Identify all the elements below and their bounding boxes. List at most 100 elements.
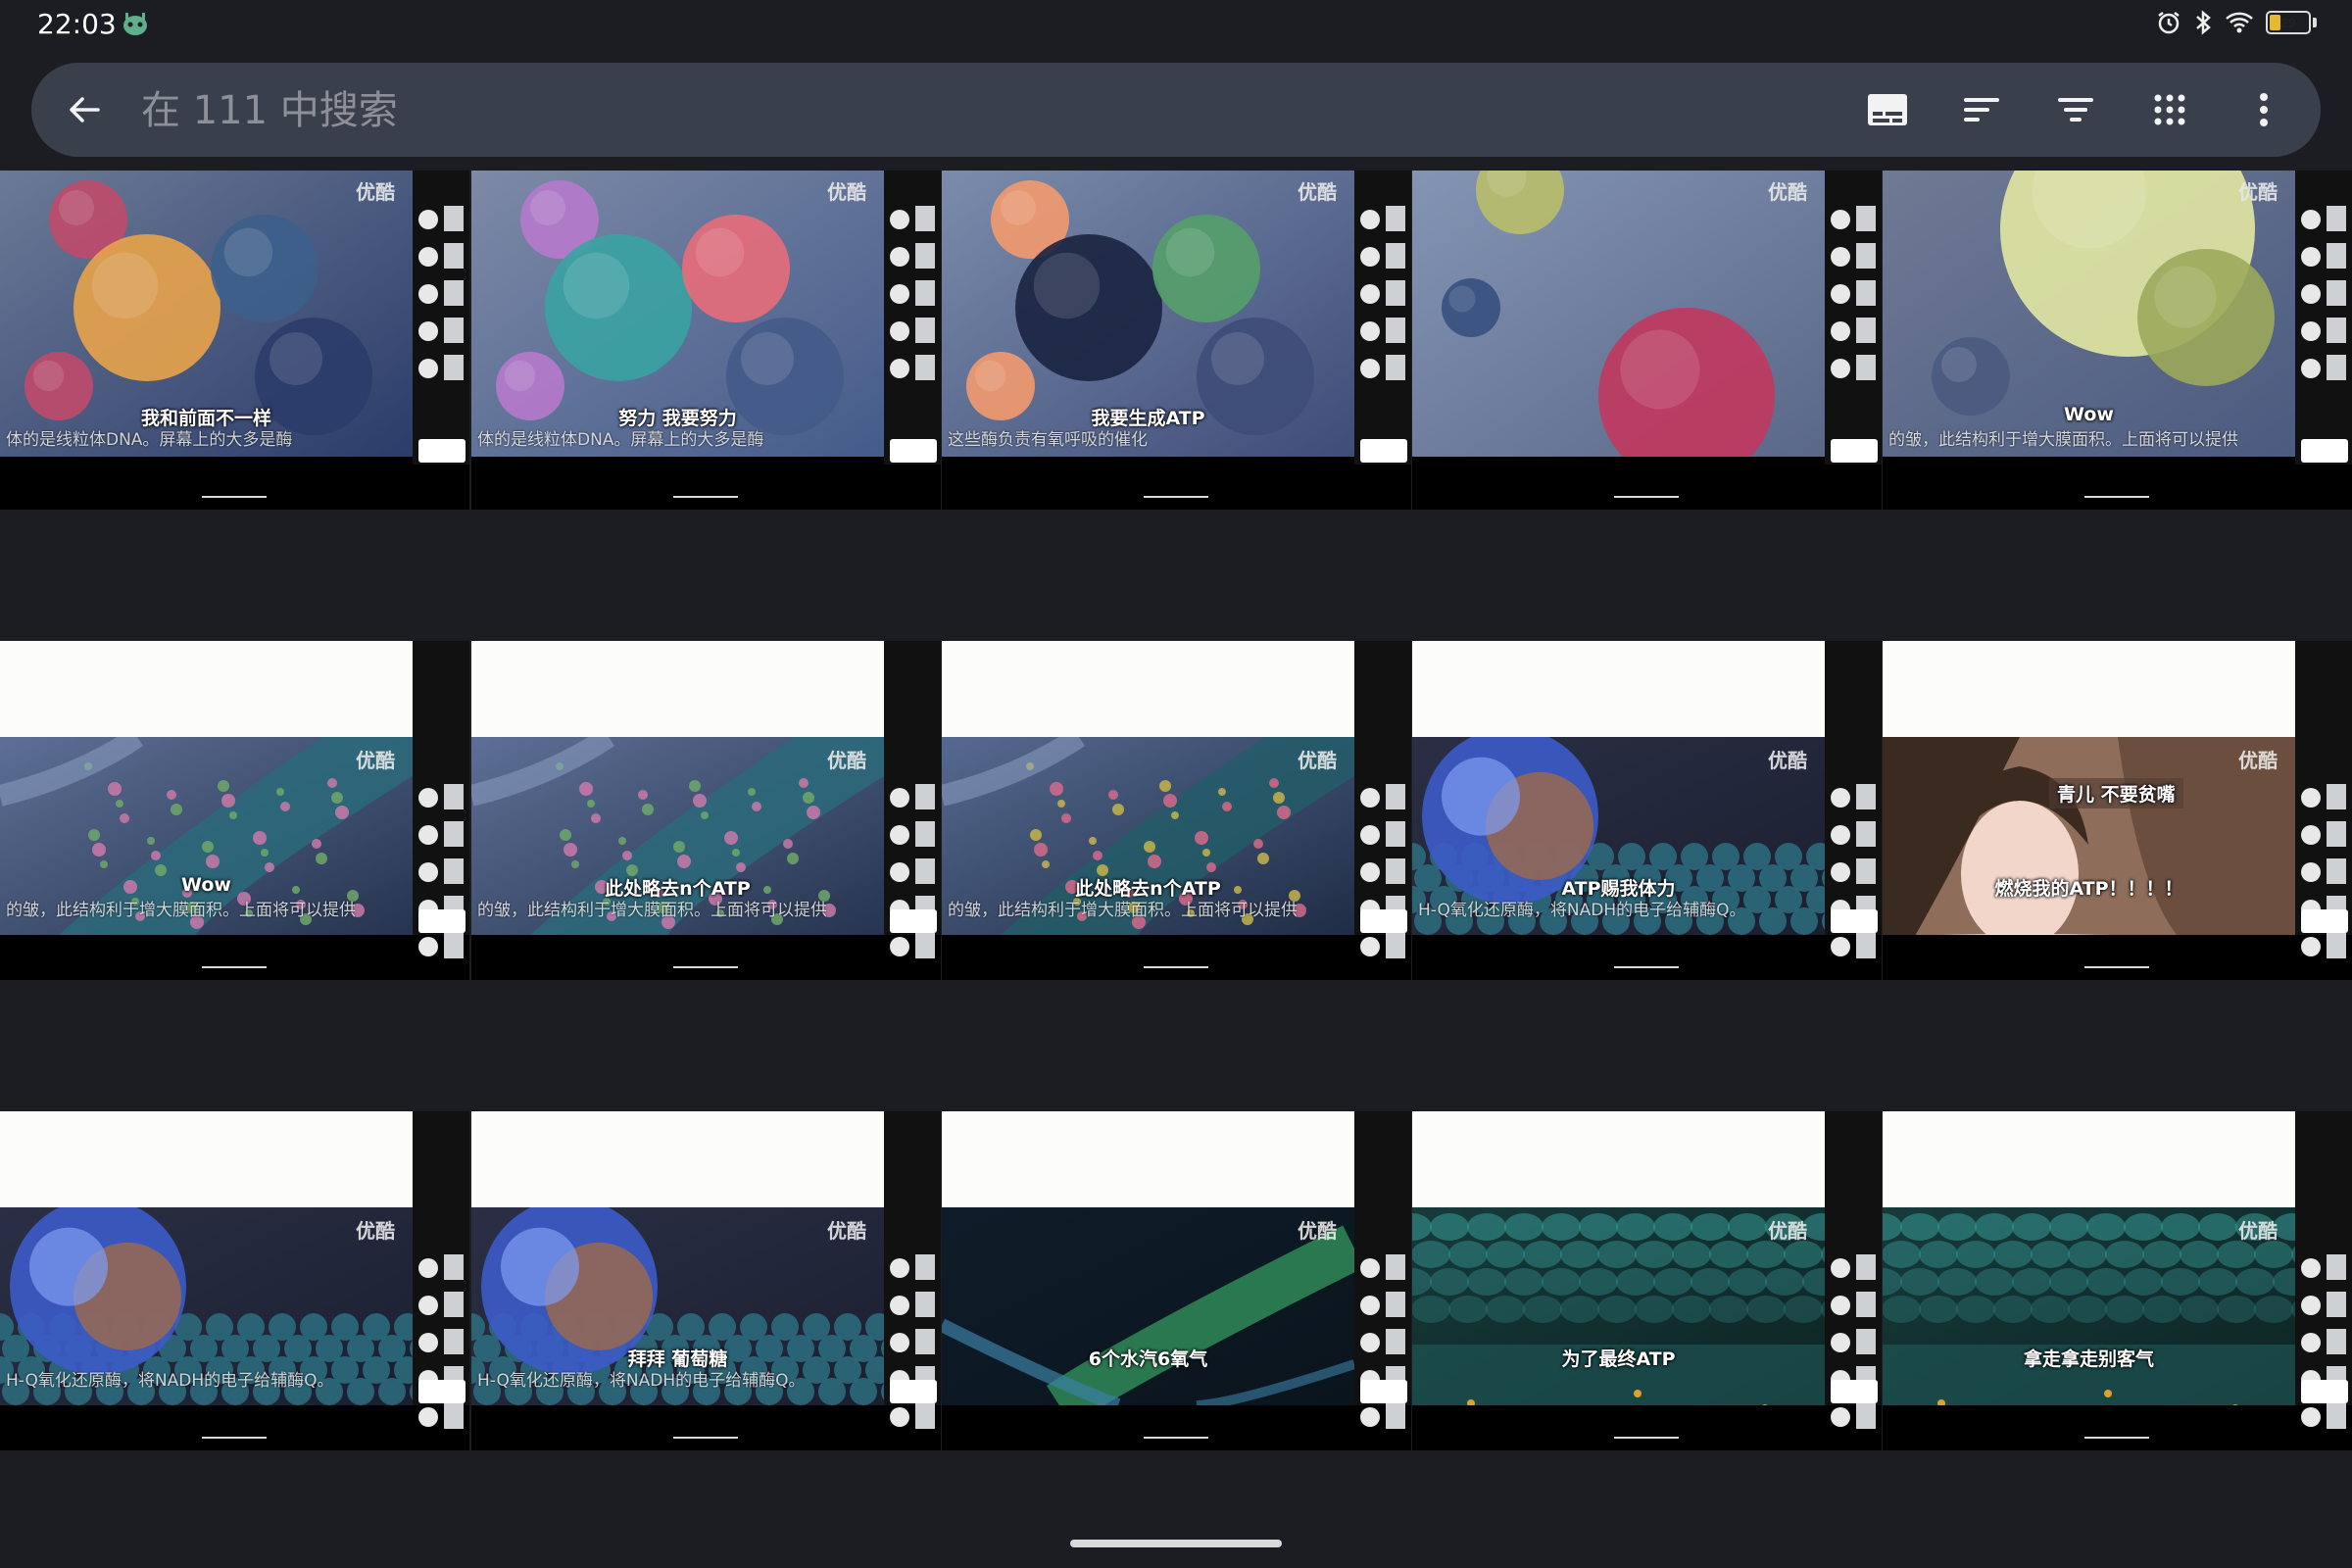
panel-avatar (418, 862, 438, 882)
youku-watermark: 优酷 (827, 1219, 866, 1243)
video-thumbnail[interactable]: 优酷 拿走拿走别客气 (1883, 1111, 2352, 1450)
video-caption: 6个水汽6氧气 (1088, 1348, 1208, 1370)
video-frame-image (1883, 1207, 2295, 1405)
alarm-icon (2156, 10, 2181, 35)
video-caption: 此处略去n个ATP (605, 878, 751, 900)
panel-message (915, 858, 935, 884)
status-bar: 22:03 29 (0, 0, 2352, 49)
grid-view-button[interactable] (2146, 86, 2193, 133)
panel-avatar (1831, 1407, 1850, 1427)
video-caption: 我和前面不一样 (140, 408, 271, 429)
video-thumbnail[interactable]: 优酷 的皱，此结构利于增大膜面积。上面将可以提供 此处略去n个ATP (942, 641, 1411, 980)
video-thumbnail[interactable]: 优酷 的皱，此结构利于增大膜面积。上面将可以提供 Wow (0, 641, 469, 980)
video-frame: 优酷 H-Q氧化还原酶，将NADH的电子给辅酶Q。 ATP赐我体力 (1412, 641, 1825, 935)
video-caption: Wow (181, 874, 231, 896)
panel-message (444, 1403, 464, 1429)
video-white-header (471, 641, 884, 737)
panel-message (915, 1292, 935, 1317)
grid-view-icon (2154, 94, 2185, 125)
side-chat-panel (1354, 1111, 1411, 1429)
video-thumbnail[interactable]: 优酷 H-Q氧化还原酶，将NADH的电子给辅酶Q。 (0, 1111, 469, 1450)
video-thumbnail[interactable]: 优酷 体的是线粒体DNA。屏幕上的大多是酶 我和前面不一样 (0, 171, 469, 510)
panel-message (444, 821, 464, 847)
video-thumbnail[interactable]: 优酷 H-Q氧化还原酶，将NADH的电子给辅酶Q。 拜拜 葡萄糖 (471, 1111, 941, 1450)
thumbnail-grid: 优酷 体的是线粒体DNA。屏幕上的大多是酶 我和前面不一样 优酷 体的是线粒体DNA。屏… (0, 171, 2352, 1523)
panel-avatar (418, 788, 438, 808)
panel-message (444, 1329, 464, 1354)
panel-avatar (418, 284, 438, 304)
panel-avatar (2301, 1407, 2321, 1427)
panel-message (1386, 858, 1405, 884)
video-thumbnail[interactable]: 优酷 青儿 不要贫嘴 燃烧我的ATP！！！！ (1883, 641, 2352, 980)
video-caption: 为了最终ATP (1561, 1348, 1676, 1370)
panel-input-box (1831, 439, 1878, 463)
panel-avatar (890, 247, 909, 267)
panel-avatar (1360, 247, 1380, 267)
video-thumbnail[interactable]: 优酷 6个水汽6氧气 (942, 1111, 1411, 1450)
panel-avatar (1831, 788, 1850, 808)
gesture-nav-handle[interactable] (1070, 1540, 1282, 1547)
panel-input-box (890, 909, 937, 933)
video-thumbnail[interactable]: 优酷 H-Q氧化还原酶，将NADH的电子给辅酶Q。 ATP赐我体力 (1412, 641, 1882, 980)
side-chat-panel (1825, 1111, 1882, 1429)
side-chat-panel (413, 641, 469, 958)
youku-watermark: 优酷 (827, 180, 866, 204)
video-white-header (1883, 641, 2295, 737)
panel-message (1856, 355, 1876, 380)
panel-input-box (418, 909, 466, 933)
sort-button[interactable] (1958, 86, 2005, 133)
panel-message (1856, 784, 1876, 809)
video-white-header (942, 1111, 1354, 1207)
panel-message (915, 821, 935, 847)
bluetooth-icon (2193, 10, 2213, 35)
panel-message (444, 206, 464, 231)
youku-watermark: 优酷 (1768, 180, 1807, 204)
panel-avatar (890, 1258, 909, 1278)
side-chat-panel (1354, 641, 1411, 958)
video-caption: 我要生成ATP (1091, 408, 1205, 429)
filter-icon (2058, 98, 2093, 122)
side-chat-panel (2295, 171, 2352, 465)
video-frame-image (1412, 1207, 1825, 1405)
overlay-caption: 青儿 不要贫嘴 (2049, 778, 2183, 808)
panel-avatar (1360, 825, 1380, 845)
panel-message (2327, 243, 2346, 269)
video-white-header (1883, 1111, 2295, 1207)
panel-avatar (2301, 862, 2321, 882)
video-thumbnail[interactable]: 优酷 体的是线粒体DNA。屏幕上的大多是酶 努力 我要努力 (471, 171, 941, 510)
panel-avatar (418, 937, 438, 956)
panel-avatar (890, 1333, 909, 1352)
panel-input-box (2301, 1380, 2348, 1403)
video-frame-image (942, 1207, 1354, 1405)
panel-avatar (890, 321, 909, 341)
panel-message (1856, 318, 1876, 343)
video-thumbnail[interactable]: 优酷 的皱，此结构利于增大膜面积。上面将可以提供 此处略去n个ATP (471, 641, 941, 980)
panel-avatar (890, 1296, 909, 1315)
video-frame: 优酷 为了最终ATP (1412, 1111, 1825, 1405)
video-thumbnail[interactable]: 优酷 为了最终ATP (1412, 1111, 1882, 1450)
search-input[interactable] (139, 82, 1809, 139)
video-thumbnail[interactable]: 优酷 的皱，此结构利于增大膜面积。上面将可以提供 Wow (1883, 171, 2352, 510)
thumbnail-divider (1144, 496, 1208, 498)
video-frame-image (1883, 737, 2295, 935)
youku-watermark: 优酷 (356, 749, 395, 772)
panel-message (444, 1254, 464, 1280)
filter-button[interactable] (2052, 86, 2099, 133)
panel-message (444, 243, 464, 269)
back-button[interactable] (57, 82, 112, 137)
more-options-button[interactable] (2240, 86, 2287, 133)
video-thumbnail[interactable]: 优酷 (1412, 171, 1882, 510)
panel-message (1386, 821, 1405, 847)
thumbnail-divider (1614, 496, 1679, 498)
panel-avatar (2301, 1296, 2321, 1315)
panel-avatar (1831, 247, 1850, 267)
panel-avatar (418, 359, 438, 378)
video-thumbnail[interactable]: 优酷 这些酶负责有氧呼吸的催化 我要生成ATP (942, 171, 1411, 510)
panel-input-box (418, 439, 466, 463)
youku-watermark: 优酷 (356, 1219, 395, 1243)
video-frame: 优酷 的皱，此结构利于增大膜面积。上面将可以提供 Wow (1883, 171, 2295, 465)
panel-message (1386, 933, 1405, 958)
subtitles-button[interactable] (1864, 86, 1911, 133)
panel-avatar (1831, 359, 1850, 378)
panel-avatar (1831, 284, 1850, 304)
